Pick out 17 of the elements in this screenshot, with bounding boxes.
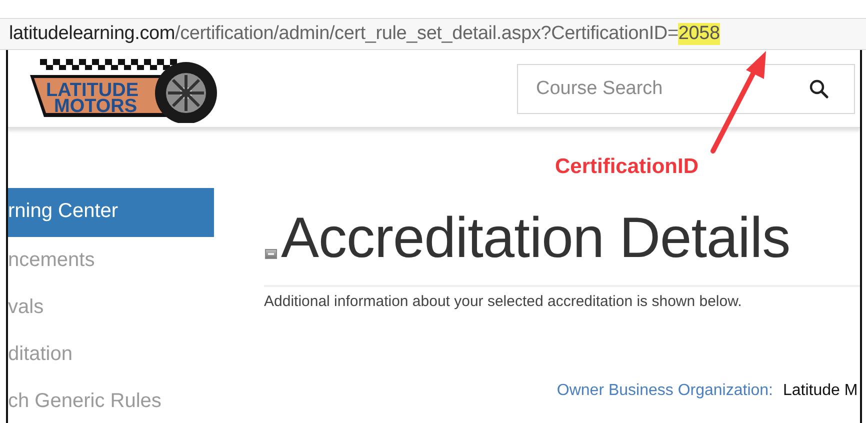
url-domain: latitudelearning.com (9, 23, 176, 45)
field-value: Latitude M (783, 382, 858, 400)
sidebar-item[interactable]: vals (8, 284, 214, 331)
url-path: /certification/admin/cert_rule_set_detail.aspx?CertificationID= (175, 23, 678, 45)
annotation-label: CertificationID (555, 155, 699, 179)
search-field[interactable]: Course Search (517, 64, 855, 114)
field-label: Owner Business Organization: (556, 382, 773, 400)
page-title: Accreditation Details (281, 208, 790, 268)
highlighted-id: 2058 (678, 23, 720, 45)
sidebar-item[interactable]: ch Generic Rules (8, 378, 214, 423)
latitude-motors-logo: LATITUDE MOTORS (24, 54, 220, 122)
search-icon[interactable] (809, 78, 829, 98)
collapse-icon[interactable] (265, 249, 277, 259)
sidebar-item[interactable]: rning Center (8, 188, 214, 237)
page-description: Additional information about your selected accreditation is shown below. (264, 293, 743, 310)
sidebar-item[interactable]: ncements (8, 237, 214, 284)
sidebar-item[interactable]: ditation (8, 331, 214, 378)
